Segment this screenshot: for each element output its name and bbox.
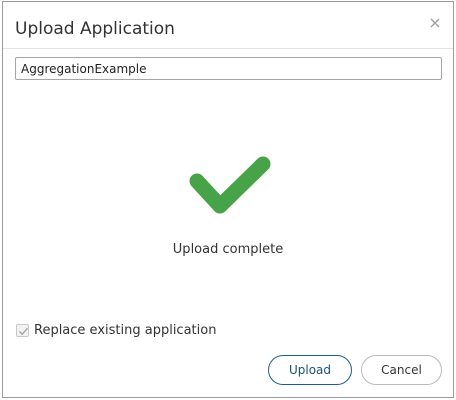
header-divider xyxy=(3,48,453,49)
replace-existing-option[interactable]: Replace existing application xyxy=(16,321,216,339)
replace-existing-checkbox[interactable] xyxy=(16,323,29,337)
upload-application-dialog: Upload Application Upload complete Repla… xyxy=(2,1,454,398)
dialog-header: Upload Application xyxy=(3,2,453,48)
check-mark-icon xyxy=(18,327,29,335)
upload-button[interactable]: Upload xyxy=(268,355,352,385)
upload-status-text: Upload complete xyxy=(172,242,284,257)
application-name-input[interactable] xyxy=(15,57,442,80)
replace-existing-label: Replace existing application xyxy=(34,322,217,338)
dialog-title: Upload Application xyxy=(15,19,175,39)
cancel-button[interactable]: Cancel xyxy=(361,355,442,385)
checkmark-icon xyxy=(187,154,271,220)
close-icon[interactable] xyxy=(426,14,444,32)
